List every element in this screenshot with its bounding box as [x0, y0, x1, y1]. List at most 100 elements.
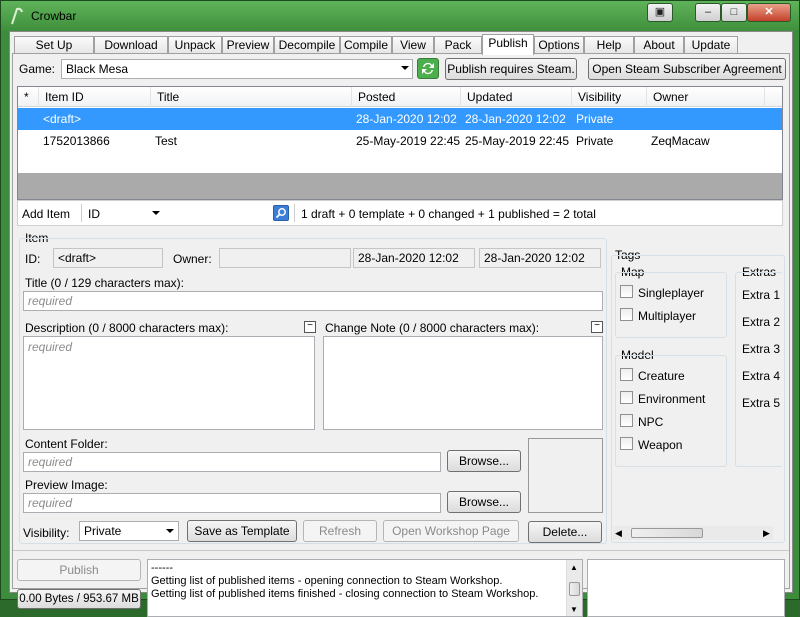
- change-note-textarea[interactable]: [323, 336, 603, 430]
- extra-5-label[interactable]: Extra 5: [742, 396, 780, 410]
- visibility-select[interactable]: Private: [79, 521, 179, 541]
- scroll-thumb[interactable]: [569, 582, 580, 596]
- tab-preview[interactable]: Preview: [222, 36, 274, 54]
- game-select-value: Black Mesa: [66, 62, 129, 76]
- search-icon[interactable]: [273, 205, 289, 221]
- tab-decompile[interactable]: Decompile: [274, 36, 340, 54]
- environment-checkbox[interactable]: [620, 391, 633, 404]
- extra-3-label[interactable]: Extra 3: [742, 342, 780, 356]
- map-group: [615, 272, 727, 338]
- preview-image-input[interactable]: required: [23, 493, 441, 513]
- singleplayer-label: Singleplayer: [638, 286, 705, 300]
- published-items-list[interactable]: * Item ID Title Posted Updated Visibilit…: [17, 86, 783, 200]
- open-subscriber-agreement-button[interactable]: Open Steam Subscriber Agreement: [588, 58, 786, 80]
- creature-checkbox[interactable]: [620, 368, 633, 381]
- weapon-checkbox[interactable]: [620, 437, 633, 450]
- cell-posted: 25-May-2019 22:45: [356, 134, 461, 148]
- log-line: Getting list of published items finished…: [151, 588, 539, 600]
- extra-1-label[interactable]: Extra 1: [742, 288, 780, 302]
- details-textarea[interactable]: [587, 559, 785, 617]
- cell-posted: 28-Jan-2020 12:02: [356, 112, 457, 126]
- tab-publish[interactable]: Publish: [482, 34, 534, 55]
- search-field-select[interactable]: ID: [86, 203, 166, 223]
- browse-content-folder-button[interactable]: Browse...: [447, 450, 521, 472]
- size-indicator: 0.00 Bytes / 953.67 MB: [17, 589, 141, 609]
- col-owner[interactable]: Owner: [647, 87, 765, 107]
- tab-update[interactable]: Update: [684, 36, 738, 54]
- npc-label: NPC: [638, 415, 664, 429]
- col-item-id[interactable]: Item ID: [39, 87, 151, 107]
- collapse-description-icon[interactable]: −: [304, 321, 316, 333]
- tab-unpack[interactable]: Unpack: [168, 36, 222, 54]
- col-title[interactable]: Title: [151, 87, 352, 107]
- log-vertical-scrollbar[interactable]: ▲ ▼: [566, 560, 582, 616]
- extra-4-label[interactable]: Extra 4: [742, 369, 780, 383]
- tab-options[interactable]: Options: [534, 36, 584, 54]
- delete-button[interactable]: Delete...: [528, 521, 602, 543]
- collapse-change-note-icon[interactable]: −: [591, 321, 603, 333]
- browse-preview-image-button[interactable]: Browse...: [447, 491, 521, 513]
- refresh-game-icon[interactable]: [417, 58, 439, 79]
- publish-panel: Game: Black Mesa Publish requires Steam.…: [12, 53, 790, 617]
- title-input[interactable]: required: [23, 291, 603, 311]
- list-empty-area: [18, 173, 782, 199]
- singleplayer-checkbox[interactable]: [620, 285, 633, 298]
- col-star[interactable]: *: [18, 87, 39, 107]
- snap-icon[interactable]: ▣: [647, 3, 673, 22]
- content-folder-input[interactable]: required: [23, 452, 441, 472]
- search-field-value: ID: [88, 207, 100, 221]
- col-visibility[interactable]: Visibility: [572, 87, 647, 107]
- cell-owner: [647, 108, 765, 130]
- tab-set-up-games[interactable]: Set Up Games: [14, 36, 94, 68]
- extra-2-label[interactable]: Extra 2: [742, 315, 780, 329]
- tab-help[interactable]: Help: [584, 36, 634, 54]
- log-textarea[interactable]: ------ Getting list of published items -…: [147, 559, 583, 617]
- tab-compile[interactable]: Compile: [340, 36, 392, 54]
- col-posted[interactable]: Posted: [352, 87, 461, 107]
- scroll-right-icon[interactable]: ▶: [763, 526, 770, 540]
- creature-label: Creature: [638, 369, 685, 383]
- content-folder-label: Content Folder:: [25, 437, 108, 451]
- npc-checkbox[interactable]: [620, 414, 633, 427]
- scroll-down-icon[interactable]: ▼: [570, 603, 578, 616]
- scroll-up-icon[interactable]: ▲: [570, 561, 578, 574]
- tab-view[interactable]: View: [392, 36, 434, 54]
- add-item-button[interactable]: Add Item: [22, 207, 70, 221]
- tags-horizontal-scrollbar[interactable]: ◀ ▶: [613, 526, 773, 540]
- publish-button[interactable]: Publish: [17, 559, 141, 581]
- description-textarea[interactable]: required: [23, 336, 315, 430]
- table-row[interactable]: <draft> 28-Jan-2020 12:02 28-Jan-2020 12…: [18, 108, 782, 130]
- id-field: <draft>: [53, 248, 163, 268]
- multiplayer-checkbox[interactable]: [620, 308, 633, 321]
- log-line: ------: [151, 562, 173, 574]
- minimize-button[interactable]: –: [695, 3, 721, 22]
- tab-download[interactable]: Download: [94, 36, 168, 54]
- refresh-button[interactable]: Refresh: [303, 520, 377, 542]
- toolbar-divider: [81, 204, 82, 222]
- tab-pack[interactable]: Pack: [434, 36, 482, 54]
- title-bar[interactable]: Crowbar ▣ – □ ✕: [1, 1, 799, 31]
- search-input[interactable]: [170, 204, 270, 222]
- change-note-label: Change Note (0 / 8000 characters max):: [325, 321, 540, 335]
- col-updated[interactable]: Updated: [461, 87, 572, 107]
- toolbar-divider: [294, 204, 295, 222]
- close-button[interactable]: ✕: [747, 3, 791, 22]
- cell-owner: ZeqMacaw: [651, 134, 710, 148]
- table-row[interactable]: 1752013866 Test 25-May-2019 22:45 25-May…: [18, 130, 782, 152]
- items-summary: 1 draft + 0 template + 0 changed + 1 pub…: [301, 207, 596, 221]
- cell-star: [18, 108, 39, 130]
- app-window: Crowbar ▣ – □ ✕ Set Up Games Download Un…: [0, 0, 800, 617]
- game-select[interactable]: Black Mesa: [61, 59, 413, 79]
- multiplayer-label: Multiplayer: [638, 309, 697, 323]
- maximize-button[interactable]: □: [721, 3, 747, 22]
- tab-about[interactable]: About: [634, 36, 684, 54]
- preview-image-box: [528, 438, 603, 513]
- publish-requires-steam-button[interactable]: Publish requires Steam.: [445, 58, 577, 80]
- description-label: Description (0 / 8000 characters max):: [25, 321, 229, 335]
- open-workshop-page-button[interactable]: Open Workshop Page: [383, 520, 519, 542]
- cell-item-id: <draft>: [43, 112, 82, 126]
- scroll-thumb[interactable]: [631, 528, 703, 538]
- scroll-left-icon[interactable]: ◀: [615, 526, 622, 540]
- save-as-template-button[interactable]: Save as Template: [187, 520, 297, 542]
- title-label: Title (0 / 129 characters max):: [25, 276, 184, 290]
